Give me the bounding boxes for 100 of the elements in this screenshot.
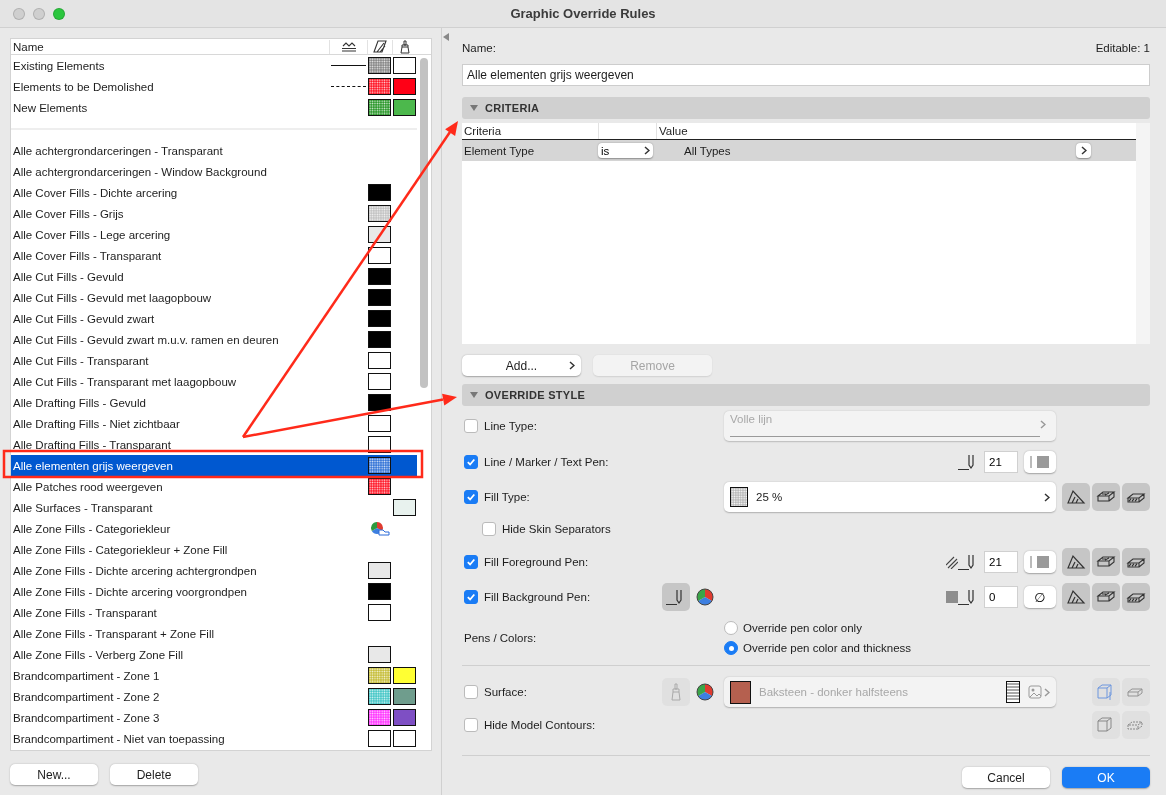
image-icon <box>1028 685 1042 699</box>
chevron-icon <box>569 361 575 370</box>
rule-row[interactable]: Alle Zone Fills - Categoriekleur <box>11 518 417 539</box>
name-field[interactable]: Alle elementen grijs weergeven <box>462 64 1150 86</box>
zoom-button[interactable] <box>53 7 65 20</box>
fill-pattern-swatch <box>730 487 748 507</box>
checkbox[interactable] <box>464 590 478 604</box>
list-action-button[interactable]: New... <box>10 764 98 785</box>
checkbox[interactable] <box>464 555 478 569</box>
fill-scope-button[interactable] <box>1092 583 1120 611</box>
hatched-slab-icon <box>1096 589 1116 605</box>
checkmark-icon <box>466 592 476 602</box>
editable-count: Editable: 1 <box>1095 42 1150 54</box>
rule-row[interactable]: Alle Drafting Fills - Transparant <box>11 434 417 455</box>
rule-row[interactable]: Alle Cover Fills - Dichte arcering <box>11 182 417 203</box>
rule-row[interactable]: Alle Cut Fills - Gevuld met laagopbouw <box>11 287 417 308</box>
criteria-row[interactable]: Element Type is All Types <box>462 140 1136 161</box>
field-label: Fill Foreground Pen: <box>484 556 589 568</box>
chevron-icon <box>644 146 650 155</box>
rule-row[interactable]: Alle Drafting Fills - Gevuld <box>11 392 417 413</box>
pen-color-icon <box>1029 555 1051 569</box>
option-label: Override pen color and thickness <box>743 642 912 654</box>
rule-row[interactable]: Brandcompartiment - Zone 2 <box>11 686 417 707</box>
slanted-block-icon <box>1066 554 1086 570</box>
rule-row[interactable]: Existing Elements <box>11 55 417 76</box>
pen-number-field[interactable]: 21 <box>984 551 1018 573</box>
color-wheel-icon <box>696 588 714 606</box>
field-label: Line Type: <box>484 420 537 432</box>
clear-color-button[interactable]: ∅ <box>1024 586 1056 608</box>
rule-row[interactable]: Alle Zone Fills - Categoriekleur + Zone Fill <box>11 539 417 560</box>
collapse-arrow-icon[interactable] <box>443 33 449 41</box>
radio-button[interactable] <box>724 641 738 655</box>
rule-row[interactable]: New Elements <box>11 97 417 118</box>
pen-number-field[interactable]: 0 <box>984 586 1018 608</box>
column-header: Value <box>656 123 1076 139</box>
rule-row[interactable]: Alle Zone Fills - Transparant <box>11 602 417 623</box>
rule-row[interactable]: Brandcompartiment - Zone 1 <box>11 665 417 686</box>
criteria-button[interactable]: Add... <box>462 355 581 376</box>
hatched-slab-icon <box>1096 489 1116 505</box>
rule-row[interactable]: Alle Patches rood weergeven <box>11 476 417 497</box>
rule-row[interactable]: Alle Zone Fills - Dichte arcering voorgrondpen <box>11 581 417 602</box>
fill-scope-button[interactable] <box>1062 583 1090 611</box>
field-label: Hide Skin Separators <box>502 523 611 535</box>
fill-scope-button[interactable] <box>1122 548 1150 576</box>
checkbox[interactable] <box>482 522 496 536</box>
fill-scope-button[interactable] <box>1092 548 1120 576</box>
fill-scope-button[interactable] <box>1122 583 1150 611</box>
rule-row[interactable]: Alle achtergrondarceringen - Window Background <box>11 161 417 182</box>
rule-row[interactable]: Elements to be Demolished <box>11 76 417 97</box>
rule-row[interactable]: Alle Cover Fills - Grijs <box>11 203 417 224</box>
fill-icon <box>373 40 387 53</box>
checkbox[interactable] <box>464 455 478 469</box>
field-label: Name: <box>462 42 496 54</box>
fill-scope-button[interactable] <box>1122 483 1150 511</box>
hatched-slab-icon <box>1096 554 1116 570</box>
chevron-icon <box>1044 687 1050 697</box>
fill-type-popup[interactable]: 25 % <box>724 482 1056 512</box>
operator-popup[interactable]: is <box>598 143 653 158</box>
rule-row[interactable]: Alle elementen grijs weergeven <box>11 455 417 476</box>
fill-scope-button[interactable] <box>1092 483 1120 511</box>
striped-swatch-icon <box>1006 681 1020 703</box>
option-label: Override pen color only <box>743 622 862 634</box>
dialog-button[interactable]: OK <box>1062 767 1150 788</box>
field-label: Surface: <box>484 686 527 698</box>
criteria-section-header[interactable]: CRITERIA <box>462 97 1150 119</box>
list-action-button[interactable]: Delete <box>110 764 198 785</box>
pen-color-icon <box>1029 455 1051 469</box>
checkmark-icon <box>466 492 476 502</box>
rule-row[interactable]: Alle Zone Fills - Dichte arcering achtergrondpen <box>11 560 417 581</box>
pen-button[interactable] <box>662 583 690 611</box>
rule-row[interactable]: Alle Cut Fills - Gevuld zwart m.u.v. ramen en deuren <box>11 329 417 350</box>
dialog-button[interactable]: Cancel <box>962 767 1050 788</box>
rule-row[interactable]: Alle Cut Fills - Transparant met laagopbouw <box>11 371 417 392</box>
window-title: Graphic Override Rules <box>510 6 656 21</box>
fill-scope-button[interactable] <box>1062 548 1090 576</box>
rule-row[interactable]: Alle Zone Fills - Verberg Zone Fill <box>11 644 417 665</box>
rule-row[interactable]: Alle Cover Fills - Lege arcering <box>11 224 417 245</box>
rule-row[interactable]: Alle Cut Fills - Gevuld <box>11 266 417 287</box>
line-type-icon <box>340 41 357 52</box>
value-chevron-button[interactable] <box>1076 143 1091 158</box>
rule-row[interactable]: Alle Cut Fills - Transparant <box>11 350 417 371</box>
field-label: Hide Model Contours: <box>484 719 596 731</box>
pen-color-button[interactable] <box>1024 551 1056 573</box>
rule-row[interactable]: Brandcompartiment - Zone 3 <box>11 707 417 728</box>
fill-scope-button[interactable] <box>1062 483 1090 511</box>
pen-number-field[interactable]: 21 <box>984 451 1018 473</box>
override-section-header[interactable]: OVERRIDE STYLE <box>462 384 1150 406</box>
checkbox[interactable] <box>464 490 478 504</box>
rule-row[interactable]: Alle Cover Fills - Transparant <box>11 245 417 266</box>
rule-row[interactable]: Alle Cut Fills - Gevuld zwart <box>11 308 417 329</box>
checkbox[interactable] <box>464 718 478 732</box>
rule-row[interactable]: Brandcompartiment - Niet van toepassing <box>11 728 417 749</box>
pen-color-button[interactable] <box>1024 451 1056 473</box>
radio-button[interactable] <box>724 621 738 635</box>
field-label: Fill Type: <box>484 491 530 503</box>
rule-row[interactable]: Alle Drafting Fills - Niet zichtbaar <box>11 413 417 434</box>
rule-row[interactable]: Alle Zone Fills - Transparant + Zone Fill <box>11 623 417 644</box>
rule-row[interactable]: Alle achtergrondarceringen - Transparant <box>11 140 417 161</box>
rule-row[interactable]: Alle Surfaces - Transparant <box>11 497 417 518</box>
hatch-icon <box>946 555 958 569</box>
